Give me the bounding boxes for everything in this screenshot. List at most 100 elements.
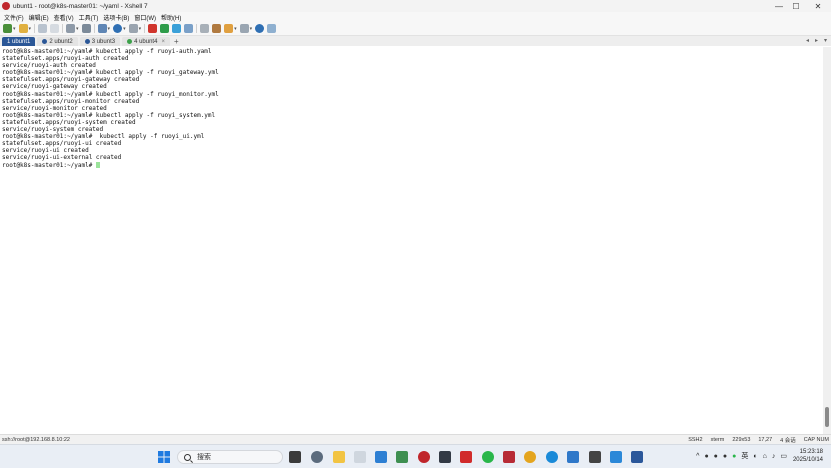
redis-icon[interactable] [503,451,515,463]
chevron-down-icon[interactable]: ▾ [250,26,253,32]
windows-start-icon[interactable] [158,451,170,463]
copy-icon[interactable] [66,24,76,33]
help-icon[interactable] [255,24,265,33]
wechat-tray-icon[interactable]: ● [732,453,736,460]
edge-icon[interactable] [546,451,558,463]
qq-icon[interactable]: ● [723,453,727,460]
new-session-icon[interactable] [3,24,12,33]
tab-ubunt3[interactable]: 3 ubunt3 [79,37,121,46]
terminal-line: service/ruoyi-auth created [2,62,96,70]
scrollbar-thumb[interactable] [825,407,829,427]
terminal-line: service/ruoyi-ui-external created [2,154,122,162]
chevron-down-icon[interactable]: ▾ [29,26,32,32]
fullscreen-icon[interactable] [172,24,182,33]
terminal-line: root@k8s-master01:~/yaml# kubectl apply … [2,48,212,55]
xshell-taskbar-icon[interactable] [418,451,430,463]
volume-icon[interactable]: ♪ [772,453,776,460]
chevron-down-icon[interactable]: ▾ [139,26,142,32]
taskbar-search-input[interactable]: 搜索 [177,450,283,464]
wechat-icon[interactable] [482,451,494,463]
protocol-status: SSH2 [688,436,703,443]
calculator-icon[interactable] [439,451,451,463]
battery-icon[interactable]: ▭ [780,452,787,460]
network-icon[interactable]: ⌂ [763,453,767,460]
system-tray: ^ ● ● ● ● 英 ◐ ⌂ ♪ ▭ 15:23:18 2025/10/14 [691,448,823,464]
terminal-line: root@k8s-master01:~/yaml# kubectl apply … [2,111,216,119]
chrome-icon[interactable] [524,451,536,463]
tab-ubunt1[interactable]: 1 ubunt1 [2,37,36,46]
clock[interactable]: 15:23:18 2025/10/14 [793,448,823,464]
chat-icon[interactable] [267,24,277,33]
menu-help[interactable]: 帮助(H) [161,13,181,22]
menu-window[interactable]: 窗口(W) [134,13,156,22]
menu-edit[interactable]: 编辑(E) [29,13,49,22]
xagent-icon[interactable] [160,24,170,33]
remote-desktop-icon[interactable] [610,451,622,463]
terminal-line: service/ruoyi-monitor created [2,104,107,112]
disconnect-icon[interactable] [50,24,60,33]
window-title: ubunt1 - root@k8s-master01: ~/yaml - Xsh… [13,2,148,10]
qq-icon[interactable]: ● [704,453,708,460]
menu-file[interactable]: 文件(F) [4,13,24,22]
tab-list-icon[interactable]: ▾ [824,37,827,44]
terminal-line: statefulset.apps/ruoyi-ui created [2,140,122,148]
terminal-scrollbar[interactable] [823,47,831,434]
settings-gear-icon[interactable] [311,451,323,463]
cursor-position-status: 17,27 [758,436,773,443]
wps-icon[interactable] [460,451,472,463]
toolbar-divider [144,24,146,33]
tab-label: 2 ubunt2 [49,38,73,45]
terminal-output[interactable]: root@k8s-master01:~/yaml# kubectl apply … [0,47,823,434]
lock-icon[interactable] [224,24,234,33]
tab-scroll-left-icon[interactable]: ◂ [806,37,809,44]
clock-time: 15:23:18 [799,449,823,455]
clock-date: 2025/10/14 [792,457,823,463]
snipping-tool-icon[interactable] [354,451,366,463]
menu-tools[interactable]: 工具(T) [79,13,99,22]
layout-icon[interactable] [239,24,249,33]
word-icon[interactable] [631,451,643,463]
script-icon[interactable] [212,24,222,33]
toolbar-divider [34,24,36,33]
properties-icon[interactable] [97,24,107,33]
tab-ubunt2[interactable]: 2 ubunt2 [37,37,78,46]
dingtalk-icon[interactable] [567,451,579,463]
ime-mode-icon[interactable]: ◐ [753,453,757,460]
globe-icon[interactable] [113,24,123,33]
menu-tab[interactable]: 选项卡(B) [103,13,129,22]
terminal-cursor [95,161,100,168]
terminal-app-icon[interactable] [396,451,408,463]
chevron-down-icon[interactable]: ▾ [234,26,237,32]
terminal-type-status: xterm [710,436,725,443]
connection-info: ssh://root@192.168.8.10:22 [2,436,70,443]
task-view-icon[interactable] [289,451,301,463]
terminal-line: statefulset.apps/ruoyi-gateway created [2,76,140,84]
cube-app-icon[interactable] [589,451,601,463]
close-tab-icon[interactable]: × [161,39,165,45]
xftp-icon[interactable] [148,24,158,33]
menu-view[interactable]: 查看(V) [54,13,74,22]
font-icon[interactable] [128,24,138,33]
terminal-line: root@k8s-master01:~/yaml# kubectl apply … [2,133,205,141]
input-method-indicator[interactable]: 英 [741,451,748,461]
transfer-icon[interactable] [184,24,194,33]
tab-ubunt4[interactable]: 4 ubunt4 × [122,37,170,46]
file-explorer-icon[interactable] [333,451,345,463]
vscode-icon[interactable] [375,451,387,463]
chevron-down-icon[interactable]: ▾ [123,26,126,32]
windows-taskbar: 搜索 ^ ● ● ● ● 英 ◐ ⌂ ♪ ▭ 15:23:18 2025/10/… [0,444,831,468]
chevron-down-icon[interactable]: ▾ [76,26,79,32]
reconnect-icon[interactable] [38,24,48,33]
chevron-down-icon[interactable]: ▾ [108,26,111,32]
add-tab-button[interactable]: + [174,37,179,46]
find-icon[interactable] [81,24,91,33]
open-folder-icon[interactable] [18,24,28,33]
keyboard-icon[interactable] [200,24,210,33]
chevron-up-icon[interactable]: ^ [696,453,699,460]
chevron-down-icon[interactable]: ▾ [13,26,16,32]
tab-label: 3 ubunt3 [91,38,116,45]
qq-icon[interactable]: ● [714,453,718,460]
tab-scroll-right-icon[interactable]: ▸ [815,37,818,44]
close-button[interactable]: ✕ [805,0,831,12]
toolbar: ▾ ▾ ▾ ▾ ▾ ▾ ▾ ▾ [0,22,831,36]
